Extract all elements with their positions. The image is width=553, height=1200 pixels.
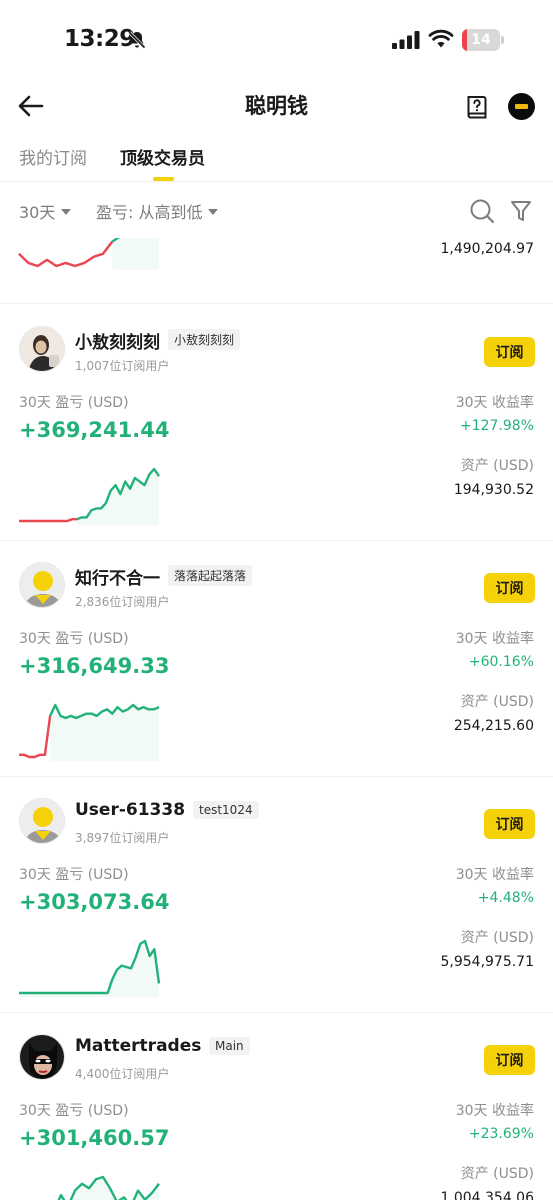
trader-name[interactable]: Mattertrades bbox=[75, 1036, 201, 1056]
roi-label: 30天 收益率 bbox=[455, 395, 534, 411]
trader-card[interactable]: User-61338 test1024 3,897位订阅用户 订阅 30天 盈亏… bbox=[0, 777, 553, 1013]
roi-value: +60.16% bbox=[468, 654, 534, 670]
trader-avatar bbox=[19, 798, 65, 844]
subscriber-count: 2,836位订阅用户 bbox=[75, 595, 170, 609]
signal-icon bbox=[392, 31, 420, 49]
trader-avatar bbox=[19, 326, 65, 372]
assets-label: 资产 (USD) bbox=[460, 1166, 534, 1182]
pnl-value: +301,460.57 bbox=[19, 1126, 170, 1150]
default-avatar-icon bbox=[20, 799, 64, 843]
pnl-value: +303,073.64 bbox=[19, 890, 170, 914]
period-dropdown[interactable]: 30天 bbox=[19, 199, 72, 223]
sort-dropdown-label: 盈亏: 从高到低 bbox=[96, 203, 203, 222]
sparkline-area bbox=[50, 705, 159, 761]
subscribe-button[interactable]: 订阅 bbox=[484, 809, 535, 839]
tab-my-subscriptions[interactable]: 我的订阅 bbox=[19, 144, 87, 169]
profile-avatar-icon[interactable] bbox=[508, 93, 535, 120]
subscriber-count: 3,897位订阅用户 bbox=[75, 831, 170, 845]
tab-bar: 我的订阅 顶级交易员 bbox=[0, 132, 553, 182]
pnl-sparkline bbox=[57, 1175, 160, 1200]
tab-active-indicator bbox=[153, 177, 174, 181]
sort-dropdown[interactable]: 盈亏: 从高到低 bbox=[96, 199, 219, 223]
subscribe-button[interactable]: 订阅 bbox=[484, 573, 535, 603]
sparkline-loss-segment bbox=[18, 240, 114, 268]
assets-value: 5,954,975.71 bbox=[440, 954, 534, 970]
pnl-sparkline bbox=[19, 939, 161, 997]
search-icon[interactable] bbox=[469, 198, 495, 224]
pnl-label: 30天 盈亏 (USD) bbox=[19, 1103, 129, 1119]
sparkline-loss-segment bbox=[19, 715, 52, 759]
trader-name[interactable]: User-61338 bbox=[75, 800, 185, 820]
trader-card[interactable]: 小敖刻刻刻 小敖刻刻刻 1,007位订阅用户 订阅 30天 盈亏 (USD) +… bbox=[0, 305, 553, 541]
default-avatar-icon bbox=[20, 563, 64, 607]
filter-bar: 30天 盈亏: 从高到低 bbox=[0, 182, 553, 238]
roi-label: 30天 收益率 bbox=[455, 1103, 534, 1119]
pnl-value: +316,649.33 bbox=[19, 654, 170, 678]
trader-card[interactable]: 知行不合一 落落起起落落 2,836位订阅用户 订阅 30天 盈亏 (USD) … bbox=[0, 541, 553, 777]
caret-down-icon bbox=[208, 209, 219, 215]
assets-value: 1,490,204.97 bbox=[440, 241, 534, 257]
roi-value: +23.69% bbox=[468, 1126, 534, 1142]
battery-level: 14 bbox=[471, 32, 491, 48]
pnl-value: +369,241.44 bbox=[19, 418, 170, 442]
sparkline-area bbox=[112, 238, 159, 270]
assets-value: 254,215.60 bbox=[453, 718, 534, 734]
photo-avatar-icon bbox=[20, 327, 64, 371]
roi-value: +4.48% bbox=[477, 890, 534, 906]
pnl-label: 30天 盈亏 (USD) bbox=[19, 395, 129, 411]
sparkline-loss-segment bbox=[19, 518, 77, 523]
status-bar: 13:29 14 bbox=[0, 0, 553, 80]
pnl-label: 30天 盈亏 (USD) bbox=[19, 631, 129, 647]
status-time: 13:29 bbox=[64, 26, 135, 52]
assets-value: 194,930.52 bbox=[453, 482, 534, 498]
assets-label: 资产 (USD) bbox=[460, 930, 534, 946]
caret-down-icon bbox=[61, 209, 72, 215]
filter-icon[interactable] bbox=[510, 199, 532, 223]
trader-tag: Main bbox=[209, 1037, 250, 1055]
nav-bar: 聪明钱 bbox=[0, 80, 553, 132]
tab-top-traders[interactable]: 顶级交易员 bbox=[120, 144, 205, 169]
roi-label: 30天 收益率 bbox=[455, 867, 534, 883]
battery-icon: 14 bbox=[462, 29, 504, 51]
trader-name[interactable]: 知行不合一 bbox=[75, 564, 160, 589]
roi-value: +127.98% bbox=[459, 418, 534, 434]
trader-name[interactable]: 小敖刻刻刻 bbox=[75, 328, 160, 353]
bell-slash-icon bbox=[128, 31, 146, 49]
period-dropdown-label: 30天 bbox=[19, 203, 56, 222]
assets-label: 资产 (USD) bbox=[460, 694, 534, 710]
pnl-sparkline bbox=[19, 467, 160, 525]
roi-label: 30天 收益率 bbox=[455, 631, 534, 647]
pnl-label: 30天 盈亏 (USD) bbox=[19, 867, 129, 883]
masked-avatar-icon bbox=[20, 1035, 64, 1079]
wifi-icon bbox=[428, 29, 454, 48]
guide-book-icon[interactable] bbox=[466, 95, 488, 120]
trader-avatar bbox=[19, 1034, 65, 1080]
pnl-sparkline bbox=[18, 238, 159, 270]
trader-card[interactable]: Mattertrades Main 4,400位订阅用户 订阅 30天 盈亏 (… bbox=[0, 1013, 553, 1200]
trader-tag: 小敖刻刻刻 bbox=[168, 329, 241, 350]
subscribe-button[interactable]: 订阅 bbox=[484, 337, 535, 367]
trader-card-partial[interactable]: 1,490,204.97 bbox=[0, 238, 553, 304]
subscribe-button[interactable]: 订阅 bbox=[484, 1045, 535, 1075]
subscriber-count: 1,007位订阅用户 bbox=[75, 359, 170, 373]
assets-value: 1,004,354.06 bbox=[440, 1190, 534, 1200]
pnl-sparkline bbox=[19, 703, 160, 761]
subscriber-count: 4,400位订阅用户 bbox=[75, 1067, 170, 1081]
assets-label: 资产 (USD) bbox=[460, 458, 534, 474]
trader-avatar bbox=[19, 562, 65, 608]
trader-tag: 落落起起落落 bbox=[168, 565, 253, 586]
trader-tag: test1024 bbox=[193, 801, 259, 819]
